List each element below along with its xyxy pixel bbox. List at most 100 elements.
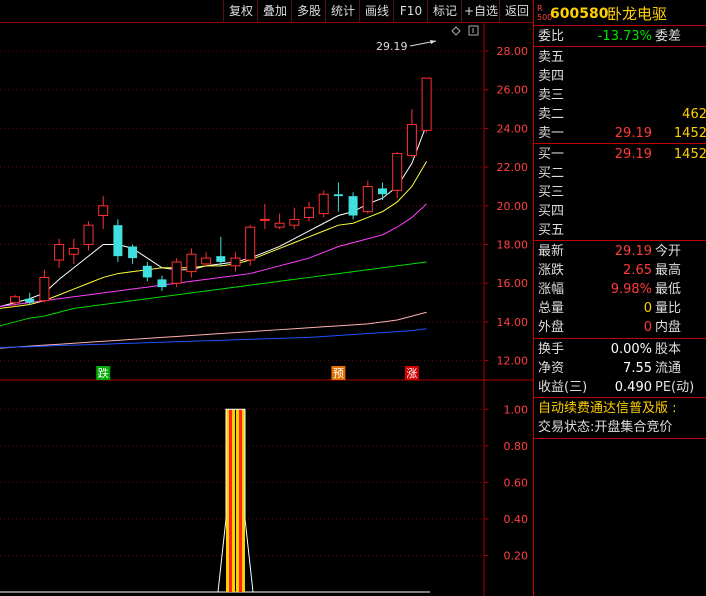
stat-row-4: 外盘 0 内盘 <box>534 318 706 337</box>
stock-name: 卧龙电驱 <box>607 5 668 23</box>
indicator-axis-label: 0.60 <box>504 476 529 489</box>
ask-row-4: 卖二 462 <box>534 105 706 124</box>
bid-row-5-label: 买五 <box>538 223 565 238</box>
bid-row-1-value: 29.19 <box>614 147 652 162</box>
chart-toolbar: 复权 叠加 多股 统计 画线 F10 标记 +自选 返回 <box>0 0 533 23</box>
ask-row-4-volume: 462 <box>682 107 706 122</box>
toolbar-button-6[interactable]: 标记 <box>427 0 462 22</box>
indicator-axis-label: 0.40 <box>504 513 529 526</box>
candle-body <box>142 265 152 278</box>
bid-row-1: 买一 29.19 1452 <box>534 145 706 164</box>
bid-row-2-label: 买二 <box>538 166 565 181</box>
indicator-axis-label: 0.20 <box>504 549 529 562</box>
candle-body <box>83 224 94 246</box>
signal-text-1: 预 <box>333 367 344 380</box>
stat-row-2-value: 9.98% <box>610 282 652 297</box>
candle-body <box>259 218 270 221</box>
bid-row-5: 买五 <box>534 221 706 240</box>
candle-body <box>274 222 285 228</box>
candle-body <box>392 153 403 191</box>
signal-text-2: 涨 <box>406 367 417 380</box>
toolbar-button-5[interactable]: F10 <box>393 0 428 22</box>
weicha-label: 委差 <box>655 29 682 44</box>
stat-row-2-label: 涨幅 <box>538 282 565 297</box>
stat-row-2-label2: 最低 <box>655 282 682 297</box>
ask-row-3: 卖三 <box>534 86 706 105</box>
signal-text-0: 跌 <box>98 366 109 380</box>
fin-row-2-label2: PE(动) <box>655 380 695 395</box>
ask-row-1-label: 卖五 <box>538 50 565 65</box>
toolbar-button-0[interactable]: 复权 <box>223 0 258 22</box>
ask-row-2: 卖四 <box>534 67 706 86</box>
bid-row-4-label: 买四 <box>538 204 565 219</box>
toolbar-button-3[interactable]: 统计 <box>325 0 360 22</box>
fin-row-2-value: 0.490 <box>614 380 652 395</box>
weibi-value: -13.73% <box>597 29 652 44</box>
fin-row-1-label: 净资 <box>538 361 565 376</box>
ask-row-5-volume: 1452 <box>673 126 706 141</box>
stat-row-4-label: 外盘 <box>538 320 565 335</box>
fin-row-1-value: 7.55 <box>623 361 652 376</box>
ask-row-5-value: 29.19 <box>614 126 652 141</box>
weibi-row: 委比 -13.73% 委差 <box>534 27 706 46</box>
stat-row-3-label: 总量 <box>538 301 565 316</box>
stat-row-4-value: 0 <box>643 320 652 335</box>
stat-row-0-label2: 今开 <box>655 244 682 259</box>
trade-status-row: 交易状态:开盘集合竞价 <box>534 418 706 437</box>
candle-body <box>128 246 138 259</box>
weibi-label: 委比 <box>538 29 565 44</box>
quote-panel: R 500 600580 卧龙电驱 委比 -13.73% 委差 卖五 卖四 卖三 卖二… <box>533 0 706 596</box>
stat-row-1: 涨跌 2.65 最高 <box>534 261 706 280</box>
stat-row-0-value: 29.19 <box>614 244 652 259</box>
fin-row-0: 换手 0.00% 股本 <box>534 340 706 359</box>
price-axis-label: 18.00 <box>497 239 529 252</box>
fin-row-1-label2: 流通 <box>655 361 682 376</box>
indicator-bar-core <box>239 409 242 592</box>
stat-row-3: 总量 0 量比 <box>534 299 706 318</box>
fin-row-1: 净资 7.55 流通 <box>534 359 706 378</box>
candle-body <box>113 225 123 257</box>
trade-status-text: 交易状态:开盘集合竞价 <box>538 420 673 435</box>
candle-body <box>362 185 373 213</box>
chart-bg <box>0 0 533 596</box>
stat-row-2: 涨幅 9.98% 最低 <box>534 280 706 299</box>
candle-body <box>421 77 432 131</box>
toolbar-button-8[interactable]: 返回 <box>499 0 534 22</box>
kline-chart-area[interactable]: 29.19 28.00 26.00 24.00 22.00 20.00 18.00 16.0… <box>0 0 533 596</box>
candle-body <box>39 276 50 302</box>
candle-body <box>157 279 167 288</box>
stock-code: 600580 <box>550 6 609 22</box>
ask-row-5: 卖一 29.19 1452 <box>534 124 706 143</box>
bid-row-4: 买四 <box>534 202 706 221</box>
fin-row-0-label2: 股本 <box>655 342 682 357</box>
stock-header: R 500 600580 卧龙电驱 <box>534 3 706 25</box>
ask-row-2-label: 卖四 <box>538 69 565 84</box>
candle-body <box>171 261 182 284</box>
fin-row-2-label: 收益(三) <box>538 380 588 395</box>
toolbar-button-2[interactable]: 多股 <box>291 0 326 22</box>
indicator-axis-label: 0.80 <box>504 440 529 453</box>
ask-row-4-label: 卖二 <box>538 107 565 122</box>
stat-row-1-value: 2.65 <box>623 263 652 278</box>
price-axis-label: 26.00 <box>497 84 529 97</box>
stat-row-0: 最新 29.19 今开 <box>534 242 706 261</box>
bid-row-1-label: 买一 <box>538 147 565 162</box>
price-axis-label: 14.00 <box>497 316 529 329</box>
candle-body <box>230 257 241 267</box>
stat-row-0-label: 最新 <box>538 244 565 259</box>
fin-row-0-value: 0.00% <box>610 342 652 357</box>
stat-row-1-label: 涨跌 <box>538 263 565 278</box>
candle-body <box>186 253 197 273</box>
candle-body <box>25 298 35 303</box>
ticker-row[interactable]: 自动续费通达信普及版 : <box>534 399 706 418</box>
candle-body <box>318 193 329 215</box>
price-axis-label: 20.00 <box>497 200 529 213</box>
bid-row-3: 买三 <box>534 183 706 202</box>
ask-row-1: 卖五 <box>534 48 706 67</box>
candle-body <box>289 218 300 226</box>
stat-row-4-label2: 内盘 <box>655 320 682 335</box>
toolbar-button-7[interactable]: +自选 <box>461 0 500 22</box>
candle-body <box>406 124 417 157</box>
toolbar-button-1[interactable]: 叠加 <box>257 0 292 22</box>
toolbar-button-4[interactable]: 画线 <box>359 0 394 22</box>
